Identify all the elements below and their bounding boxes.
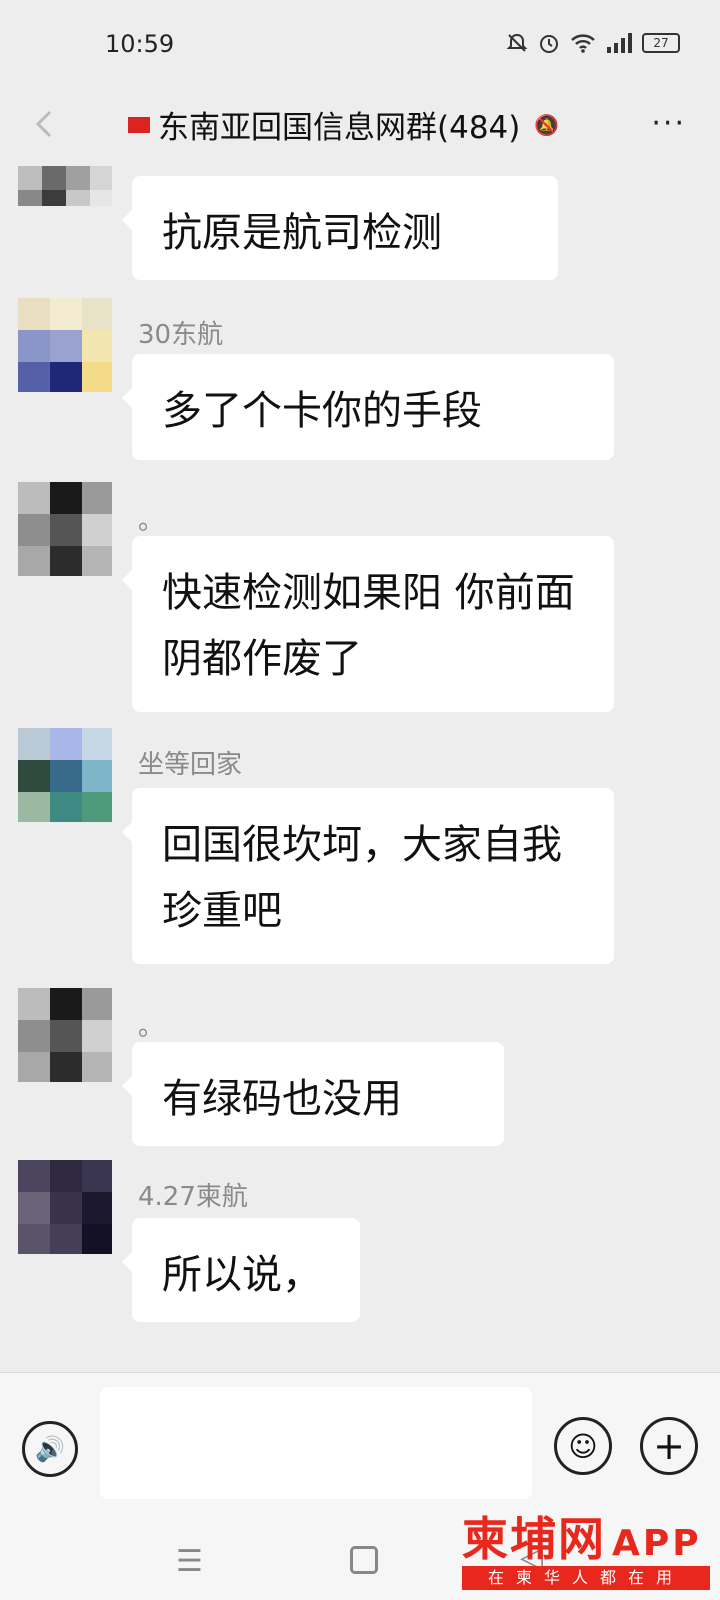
mute-bell-icon [506,33,528,52]
plus-icon: + [653,1424,685,1468]
message-text: 回国很坎坷，大家自我珍重吧 [162,822,562,934]
message-bubble[interactable]: 所以说， [122,1218,360,1322]
voice-icon: 🔊 [35,1435,65,1463]
avatar[interactable] [18,482,112,576]
status-icons: 27 [506,32,680,54]
message-text: 快速检测如果阳 你前面阴都作废了 [162,570,575,682]
message-text: 抗原是航司检测 [162,210,442,256]
watermark-app: APP [612,1523,702,1564]
emoji-button[interactable]: ☺ [554,1417,612,1475]
more-actions-button[interactable]: + [640,1417,698,1475]
message-text: 有绿码也没用 [162,1076,402,1122]
message-input[interactable] [100,1387,532,1499]
sender-name: 。 [138,506,165,536]
message-bubble[interactable]: 多了个卡你的手段 [122,354,614,460]
signal-icon [607,33,632,53]
message-bubble[interactable]: 有绿码也没用 [122,1042,504,1146]
avatar[interactable] [18,298,112,392]
sender-name: 4.27柬航 [138,1182,248,1212]
message-bubble[interactable]: 快速检测如果阳 你前面阴都作废了 [122,536,614,712]
watermark-logo: 柬埔网 APP 在柬华人都在用 [462,1514,714,1594]
input-bar: 🔊 ☺ + [0,1372,720,1519]
status-time: 10:59 [105,30,175,58]
mute-icon: 🔕 [534,112,560,137]
back-arrow-icon[interactable] [26,104,66,144]
more-button[interactable]: ··· [651,106,686,141]
flag-icon [128,116,150,133]
alarm-icon [540,35,558,53]
watermark-main-text: 柬埔网 [462,1512,606,1566]
battery-icon: 27 [642,33,680,53]
status-bar: 10:59 27 [0,0,720,90]
wifi-icon [571,34,595,53]
smiley-icon: ☺ [568,1429,598,1463]
message-text: 所以说， [162,1252,322,1298]
message-text: 多了个卡你的手段 [162,388,482,434]
group-title: 东南亚回国信息网群(484) [158,110,521,146]
avatar[interactable] [18,166,112,206]
message-bubble[interactable]: 回国很坎坷，大家自我珍重吧 [122,788,614,964]
sender-name: 30东航 [138,320,224,350]
avatar[interactable] [18,988,112,1082]
avatar[interactable] [18,1160,112,1254]
home-icon[interactable] [350,1546,378,1574]
menu-icon[interactable]: ☰ [176,1544,203,1579]
title-wrap: 东南亚回国信息网群(484) 🔕 [128,102,559,147]
watermark-main: 柬埔网 APP [462,1514,714,1569]
voice-button[interactable]: 🔊 [22,1421,78,1477]
chat-area[interactable]: 抗原是航司检测 30东航 多了个卡你的手段 。 快速检测如果阳 你前面阴都作废了 [0,160,720,1372]
sender-name: 。 [138,1012,165,1042]
sender-name: 坐等回家 [138,750,243,780]
message-bubble[interactable]: 抗原是航司检测 [122,176,558,280]
chat-header: 东南亚回国信息网群(484) 🔕 ··· [0,92,720,156]
avatar[interactable] [18,728,112,822]
watermark-sub: 在柬华人都在用 [462,1566,710,1590]
